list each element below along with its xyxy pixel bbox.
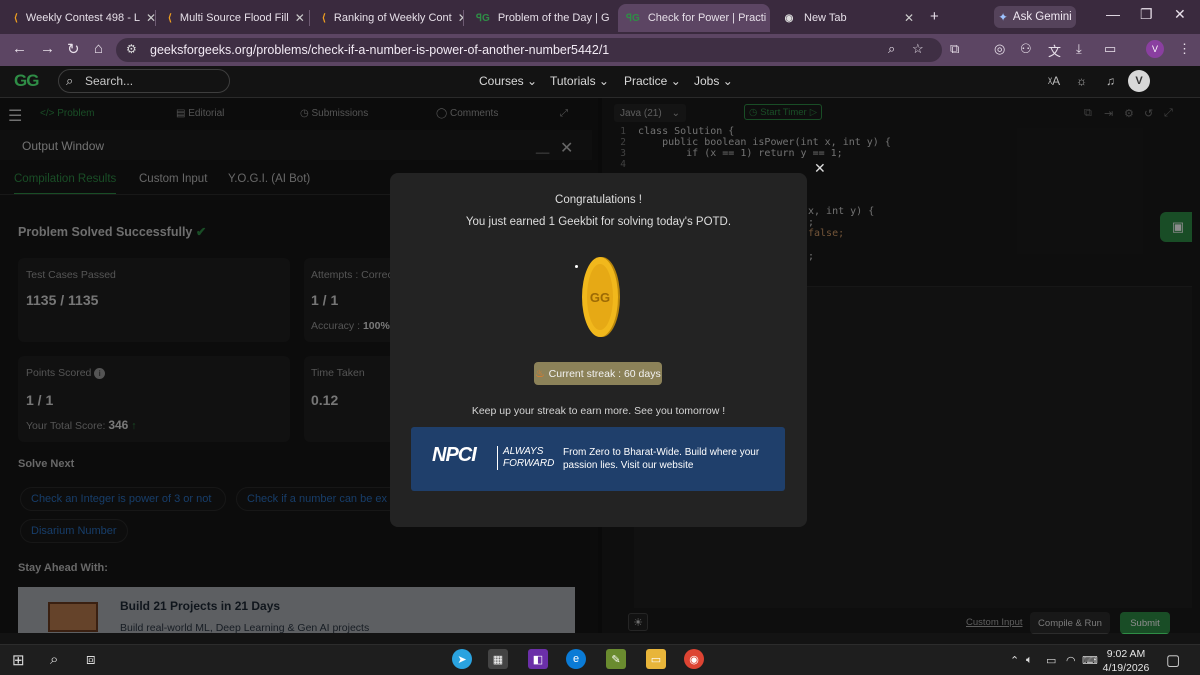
ad-text: From Zero to Bharat-Wide. Build where yo… <box>563 447 760 471</box>
browser-tab[interactable]: ⟨ Multi Source Flood Fill ✕ <box>160 4 310 32</box>
ask-gemini-button[interactable]: ✦ Ask Gemini <box>994 6 1076 28</box>
system-clock[interactable]: 9:02 AM 4/19/2026 <box>1098 647 1154 675</box>
streak-badge: ♨ Current streak : 60 days <box>534 362 662 385</box>
theme-toggle-icon[interactable]: ☼ <box>1076 74 1087 88</box>
language-icon[interactable]: ᵡA <box>1048 74 1060 88</box>
edge-icon[interactable]: e <box>566 649 586 669</box>
minimize-icon[interactable]: — <box>1106 6 1120 22</box>
geekbit-coin-icon: GG <box>582 257 620 337</box>
fire-icon: ♨ <box>535 367 545 380</box>
close-modal-icon[interactable]: ✕ <box>814 160 826 177</box>
profile-avatar[interactable]: V <box>1146 40 1164 58</box>
npci-logo: NPCI <box>432 444 477 466</box>
file-explorer-icon[interactable]: ▭ <box>646 649 666 669</box>
close-tab-icon[interactable]: ✕ <box>289 11 305 25</box>
reload-icon[interactable]: ↻ <box>67 40 80 58</box>
task-view-icon[interactable]: ⧈ <box>86 651 96 668</box>
extensions-icon[interactable]: ⧉ <box>950 41 959 57</box>
chevron-up-icon[interactable]: ⌃ <box>1010 654 1019 667</box>
volume-icon[interactable]: 🔈︎ <box>1026 654 1033 667</box>
browser-tab[interactable]: ꟼG Problem of the Day | G ✕ <box>468 4 616 32</box>
site-search-input[interactable]: ⌕ Search... <box>58 69 230 93</box>
notification-bell-icon[interactable]: ♫ <box>1106 74 1115 88</box>
address-bar[interactable]: ⚙ geeksforgeeks.org/problems/check-if-a-… <box>116 38 942 62</box>
reading-list-icon[interactable]: ▭ <box>1104 41 1116 57</box>
user-avatar[interactable]: V <box>1128 70 1150 92</box>
chrome-icon[interactable]: ◉ <box>684 649 704 669</box>
browser-tab[interactable]: ◉ New Tab ✕ <box>774 4 922 32</box>
browser-tab-active[interactable]: ꟼG Check for Power | Practi ✕ <box>618 4 770 32</box>
nav-tutorials[interactable]: Tutorials ⌄ <box>550 74 609 88</box>
gfg-icon: ꟼG <box>626 12 640 24</box>
nav-courses[interactable]: Courses ⌄ <box>479 74 537 88</box>
forward-icon[interactable]: → <box>40 40 55 57</box>
telegram-icon[interactable]: ➤ <box>452 649 472 669</box>
lens-icon[interactable]: ◎ <box>994 41 1005 57</box>
incognito-icon[interactable]: ⚇ <box>1020 41 1032 57</box>
browser-tab[interactable]: ⟨ Ranking of Weekly Cont ✕ <box>314 4 464 32</box>
leetcode-icon: ⟨ <box>14 12 18 24</box>
close-tab-icon[interactable]: ✕ <box>898 11 914 25</box>
home-icon[interactable]: ⌂ <box>94 40 103 57</box>
close-tab-icon[interactable]: ✕ <box>610 11 617 25</box>
windows-taskbar <box>0 644 1200 675</box>
translate-icon[interactable]: 文 <box>1048 41 1061 60</box>
chrome-icon: ◉ <box>784 12 794 24</box>
back-icon[interactable]: ← <box>12 40 27 57</box>
modal-title: Congratulations ! <box>555 194 642 206</box>
svg-text:GG: GG <box>590 290 610 305</box>
windows-start-icon[interactable]: ⊞ <box>12 651 25 669</box>
search-icon: ⌕ <box>66 73 74 88</box>
gemini-icon: ✦ <box>998 12 1008 24</box>
notification-icon[interactable]: ▢ <box>1166 651 1180 669</box>
notepad-icon[interactable]: ✎ <box>606 649 626 669</box>
leetcode-icon: ⟨ <box>322 12 326 24</box>
modal-message: You just earned 1 Geekbit for solving to… <box>465 216 732 228</box>
site-info-icon[interactable]: ⚙ <box>126 42 137 56</box>
restore-icon[interactable]: ❐ <box>1140 6 1153 23</box>
gfg-icon: ꟼG <box>476 12 490 24</box>
wifi-icon[interactable]: ◠ <box>1066 654 1076 667</box>
nav-practice[interactable]: Practice ⌄ <box>624 74 681 88</box>
close-tab-icon[interactable]: ✕ <box>766 11 770 25</box>
bookmark-star-icon[interactable]: ☆ <box>912 41 924 57</box>
store-icon[interactable]: ▦ <box>488 649 508 669</box>
intellij-icon[interactable]: ◧ <box>528 649 548 669</box>
download-icon[interactable]: ⤓ <box>1076 41 1082 57</box>
close-window-icon[interactable]: ✕ <box>1174 6 1186 23</box>
leetcode-icon: ⟨ <box>168 12 172 24</box>
new-tab-button[interactable]: + <box>930 8 939 25</box>
keep-up-message: Keep up your streak to earn more. See yo… <box>471 405 726 417</box>
battery-icon[interactable]: ▭ <box>1046 654 1056 667</box>
gfg-logo[interactable]: GG <box>14 71 39 91</box>
menu-dots-icon[interactable]: ⋮ <box>1178 41 1191 57</box>
close-tab-icon[interactable]: ✕ <box>140 11 156 25</box>
search-icon[interactable]: ⌕ <box>50 651 58 668</box>
nav-jobs[interactable]: Jobs ⌄ <box>694 74 733 88</box>
keyboard-icon[interactable]: ⌨ <box>1082 654 1098 667</box>
zoom-icon[interactable]: ⌕ <box>888 41 895 57</box>
browser-tab[interactable]: ⟨ Weekly Contest 498 - L ✕ <box>6 4 156 32</box>
